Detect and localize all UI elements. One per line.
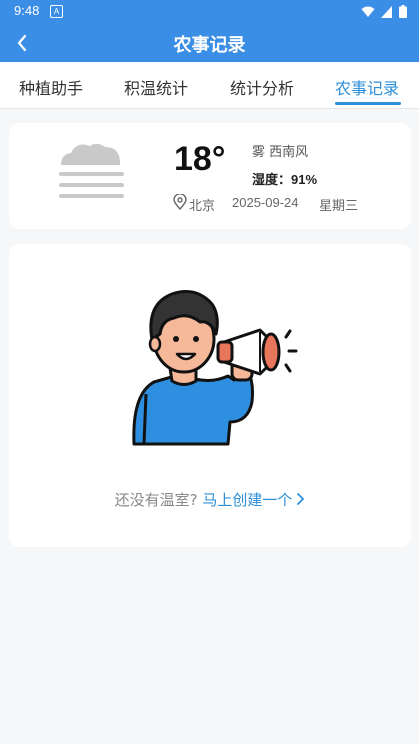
- tab-planting-assistant[interactable]: 种植助手: [19, 75, 83, 99]
- status-icons: [361, 5, 407, 18]
- city: 北京: [189, 199, 216, 214]
- create-greenhouse-link[interactable]: 马上创建一个: [202, 491, 305, 509]
- tab-bar: 种植助手 积温统计 统计分析 农事记录: [0, 62, 419, 109]
- fog-icon: [59, 143, 124, 198]
- tab-accumulated-temperature[interactable]: 积温统计: [124, 75, 188, 99]
- weather-condition: 雾 西南风: [252, 145, 309, 160]
- status-bar: 9:48 A: [0, 0, 419, 24]
- empty-state-message: 还没有温室? 马上创建一个: [9, 489, 411, 510]
- humidity: 湿度：91%: [252, 169, 317, 188]
- weather-card: 18° 雾 西南风 湿度：91% 北京 2025-09-24 星期三: [9, 123, 411, 229]
- wifi-icon: [361, 6, 375, 17]
- temperature: 18°: [174, 140, 226, 178]
- chevron-right-icon: [297, 493, 305, 505]
- date: 2025-09-24: [232, 195, 299, 210]
- battery-icon: [399, 5, 407, 18]
- tab-farming-records[interactable]: 农事记录: [335, 75, 399, 99]
- empty-hint: 还没有温室?: [114, 491, 198, 509]
- location-pin-icon: [173, 194, 187, 210]
- tab-statistics-analysis[interactable]: 统计分析: [230, 75, 294, 99]
- notification-app-icon: A: [50, 5, 63, 18]
- signal-icon: [381, 5, 392, 18]
- humidity-value: 91%: [291, 172, 318, 187]
- status-time: 9:48: [14, 3, 40, 18]
- humidity-label: 湿度：: [252, 173, 292, 188]
- empty-state-card: 还没有温室? 马上创建一个: [9, 244, 411, 547]
- create-link-label: 马上创建一个: [202, 491, 293, 509]
- person-megaphone-illustration: [132, 290, 298, 446]
- active-tab-indicator: [335, 102, 401, 105]
- page-title: 农事记录: [173, 35, 246, 56]
- app-bar: 农事记录: [0, 24, 419, 62]
- weekday: 星期三: [319, 199, 359, 214]
